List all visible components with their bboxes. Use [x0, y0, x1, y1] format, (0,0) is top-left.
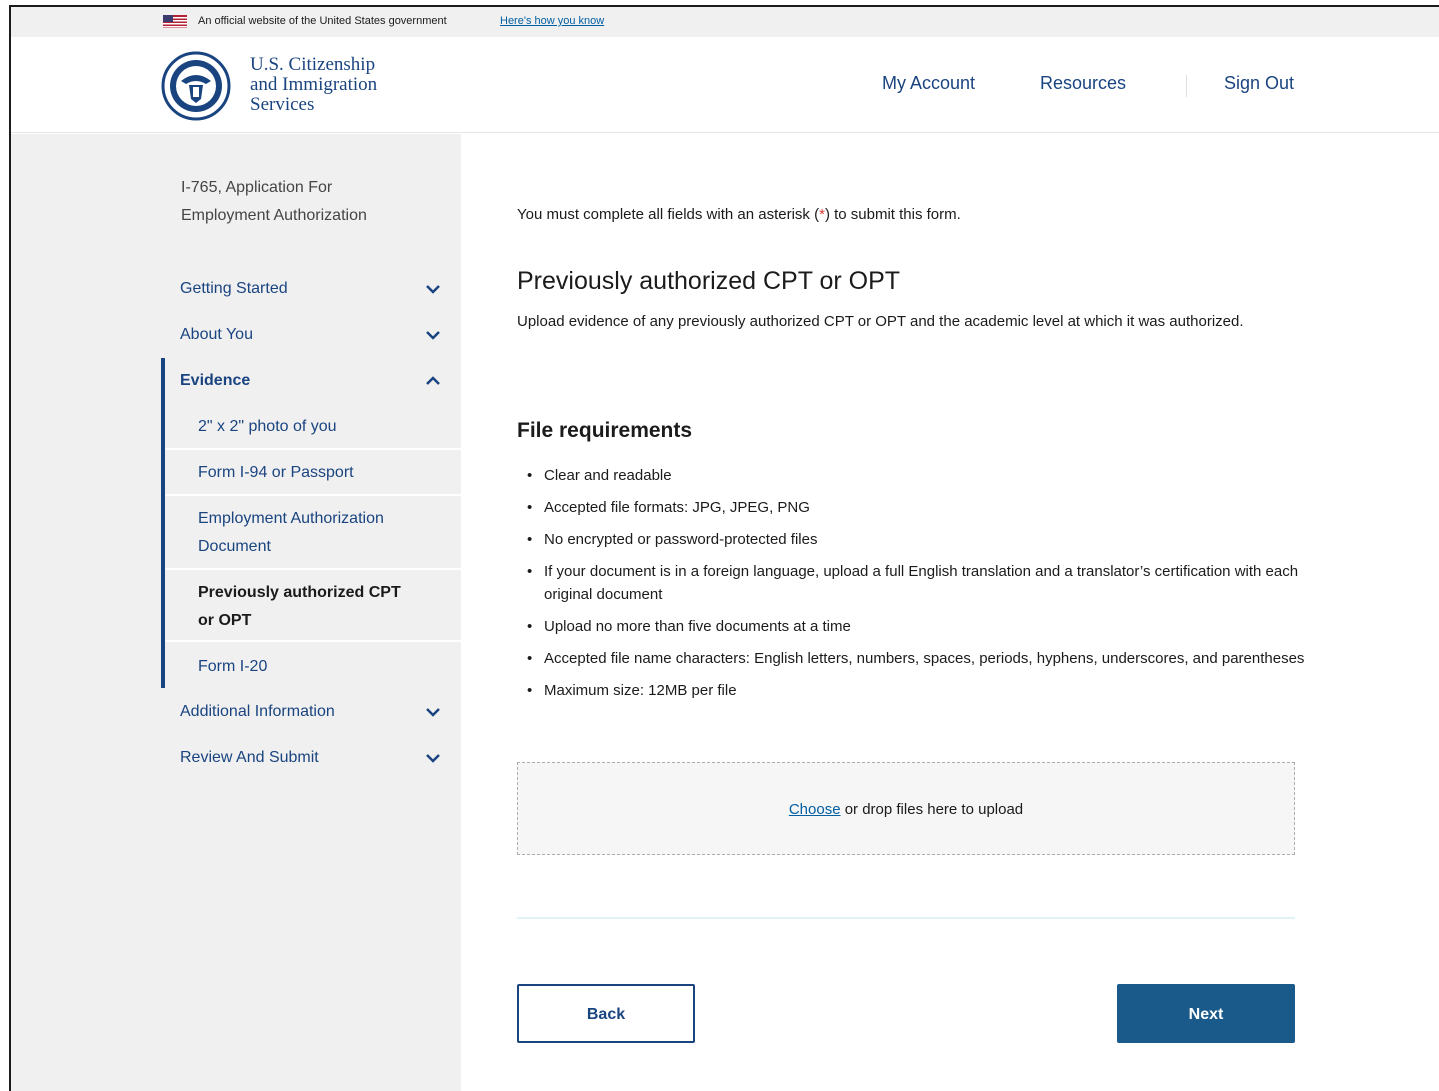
- us-flag-icon: [163, 15, 187, 28]
- page-description: Upload evidence of any previously author…: [517, 313, 1244, 330]
- sidebar-item-label: Evidence: [180, 372, 251, 389]
- sidebar-subitem-photo[interactable]: 2" x 2" photo of you: [165, 404, 461, 450]
- dropzone-text: or drop files here to upload: [840, 801, 1024, 818]
- chevron-up-icon: [426, 376, 440, 385]
- sidebar-subitem-label: Previously authorized CPT or OPT: [198, 579, 401, 635]
- heres-how-you-know-link[interactable]: Here's how you know: [500, 15, 604, 27]
- sidebar-subitem-cpt-opt[interactable]: Previously authorized CPT or OPT: [165, 570, 461, 642]
- form-title: I-765, Application For Employment Author…: [181, 174, 441, 230]
- sidebar-subitem-line: Previously authorized CPT: [198, 584, 401, 601]
- gov-banner-text: An official website of the United States…: [198, 15, 447, 27]
- chevron-down-icon: [426, 331, 440, 340]
- gov-banner: An official website of the United States…: [11, 7, 1439, 37]
- requirement-text: Accepted file name characters: English l…: [544, 650, 1305, 667]
- required-note-text: ) to submit this form.: [824, 206, 961, 223]
- page-title: Previously authorized CPT or OPT: [517, 267, 901, 295]
- sidebar-item-about-you[interactable]: About You: [11, 312, 461, 358]
- nav-sign-out[interactable]: Sign Out: [1224, 73, 1294, 94]
- site-header: U.S. Citizenship and Immigration Service…: [11, 37, 1439, 133]
- list-item: • Maximum size: 12MB per file: [527, 682, 737, 699]
- sidebar-item-additional-information[interactable]: Additional Information: [11, 689, 461, 735]
- sidebar-subitem-line: Employment Authorization: [198, 510, 384, 527]
- form-title-line: I-765, Application For: [181, 179, 333, 196]
- file-dropzone[interactable]: Choose or drop files here to upload: [517, 762, 1295, 855]
- sidebar-subitem-label: Form I-20: [198, 658, 268, 675]
- sidebar-subitem-label: Employment Authorization Document: [198, 505, 384, 561]
- requirement-text: Clear and readable: [544, 467, 672, 484]
- list-item: • Accepted file name characters: English …: [527, 650, 1305, 667]
- sidebar-subitem-line: Document: [198, 538, 271, 555]
- sidebar-nav: I-765, Application For Employment Author…: [11, 134, 461, 1091]
- requirement-text: No encrypted or password-protected files: [544, 531, 818, 548]
- requirement-text: Accepted file formats: JPG, JPEG, PNG: [544, 499, 810, 516]
- agency-name[interactable]: U.S. Citizenship and Immigration Service…: [250, 55, 450, 115]
- sidebar-subitem-label: 2" x 2" photo of you: [198, 418, 337, 435]
- sidebar-item-label: Getting Started: [180, 280, 288, 297]
- section-divider: [517, 917, 1295, 919]
- sidebar-subitem-i94[interactable]: Form I-94 or Passport: [165, 450, 461, 496]
- back-button[interactable]: Back: [517, 984, 695, 1043]
- required-fields-note: You must complete all fields with an ast…: [517, 206, 961, 223]
- sidebar-subitem-label: Form I-94 or Passport: [198, 464, 354, 481]
- nav-my-account[interactable]: My Account: [882, 73, 975, 94]
- next-button[interactable]: Next: [1117, 984, 1295, 1043]
- nav-resources[interactable]: Resources: [1040, 73, 1126, 94]
- choose-file-link[interactable]: Choose: [789, 801, 841, 818]
- list-item: • Accepted file formats: JPG, JPEG, PNG: [527, 499, 810, 516]
- requirement-text: If your document is in a foreign languag…: [544, 563, 1299, 603]
- sidebar-subitem-i20[interactable]: Form I-20: [165, 642, 461, 688]
- form-title-line: Employment Authorization: [181, 207, 367, 224]
- requirement-text: Maximum size: 12MB per file: [544, 682, 737, 699]
- agency-name-line: and Immigration: [250, 74, 378, 95]
- main-content: You must complete all fields with an ast…: [461, 134, 1439, 1091]
- nav-divider: [1186, 75, 1187, 97]
- dhs-seal-icon[interactable]: [161, 51, 231, 121]
- required-note-text: You must complete all fields with an ast…: [517, 206, 820, 223]
- list-item: • Upload no more than five documents at a…: [527, 618, 851, 635]
- agency-name-line: Services: [250, 94, 315, 115]
- chevron-down-icon: [426, 285, 440, 294]
- requirement-text: Upload no more than five documents at a …: [544, 618, 851, 635]
- chevron-down-icon: [426, 708, 440, 717]
- list-item: • No encrypted or password-protected file…: [527, 531, 818, 548]
- sidebar-item-label: About You: [180, 326, 253, 343]
- list-item: • If your document is in a foreign langua…: [527, 563, 1299, 603]
- file-requirements-list: • Clear and readable • Accepted file forma…: [517, 464, 1307, 711]
- sidebar-item-label: Additional Information: [180, 703, 335, 720]
- sidebar-subitem-ead[interactable]: Employment Authorization Document: [165, 496, 461, 570]
- chevron-down-icon: [426, 754, 440, 763]
- sidebar-item-evidence[interactable]: Evidence: [11, 358, 461, 404]
- file-requirements-title: File requirements: [517, 419, 693, 442]
- sidebar-item-review-and-submit[interactable]: Review And Submit: [11, 735, 461, 781]
- list-item: • Clear and readable: [527, 467, 672, 484]
- page-frame: An official website of the United States…: [9, 5, 1439, 1091]
- sidebar-item-label: Review And Submit: [180, 749, 319, 766]
- agency-name-line: U.S. Citizenship: [250, 54, 376, 75]
- sidebar-subitem-line: or OPT: [198, 612, 252, 629]
- sidebar-item-getting-started[interactable]: Getting Started: [11, 266, 461, 312]
